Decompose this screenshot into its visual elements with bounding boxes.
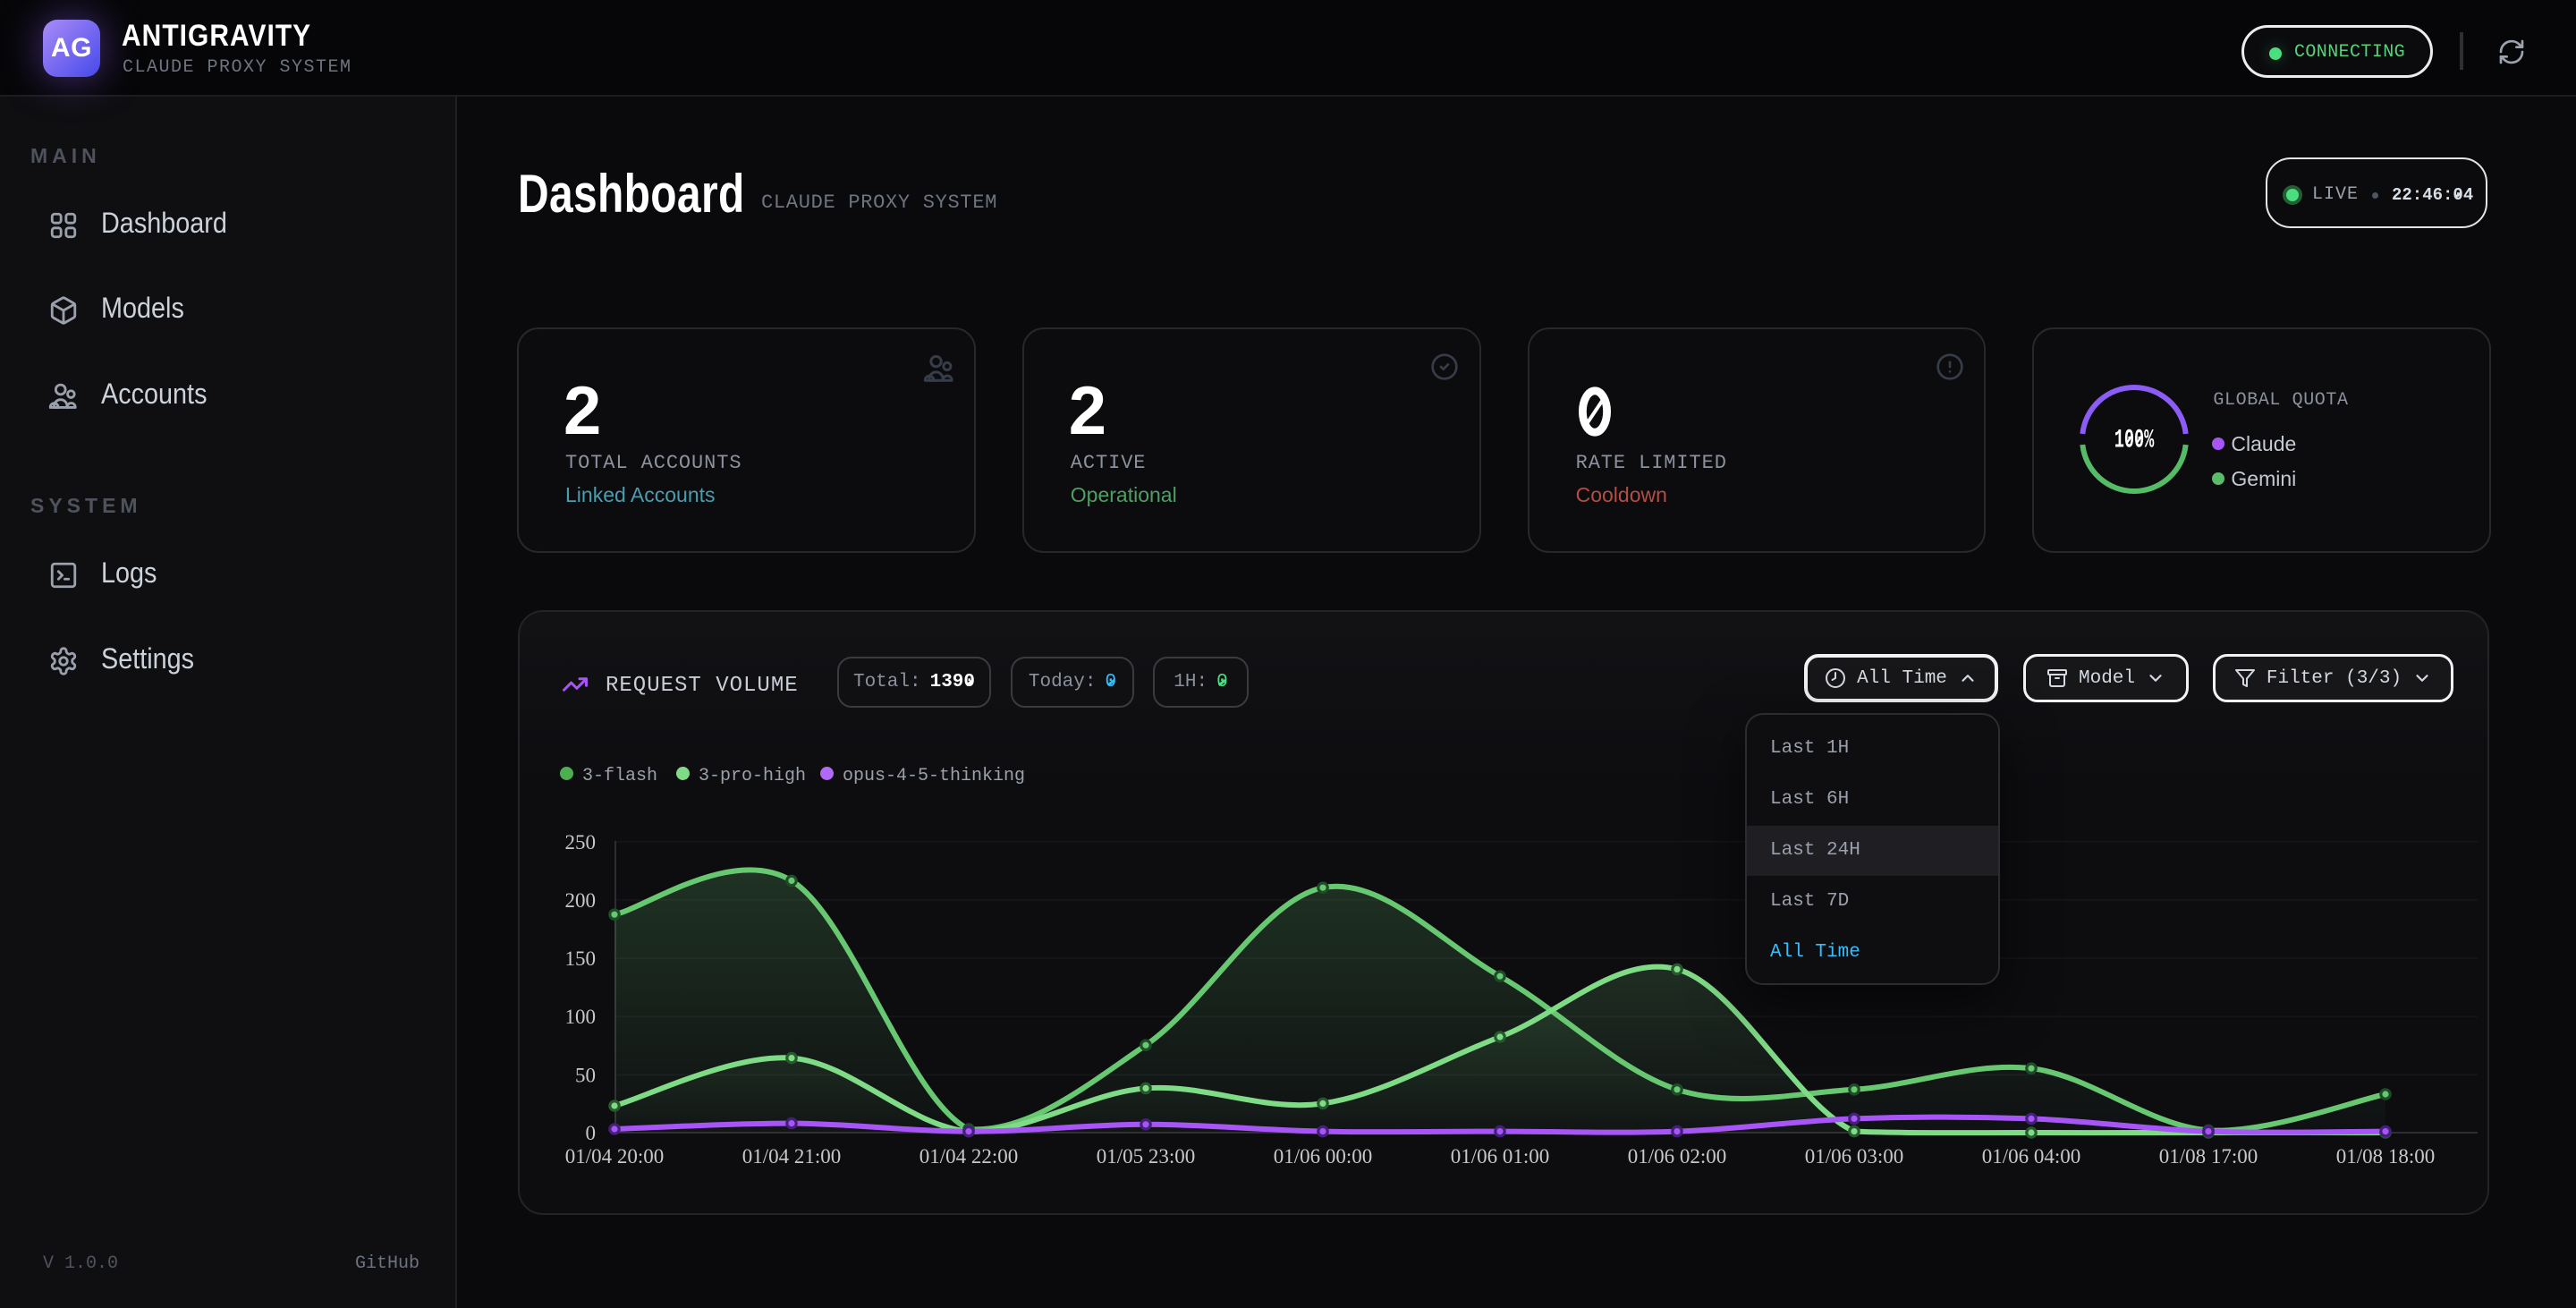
svg-text:100: 100 (565, 1006, 597, 1028)
svg-text:01/06 04:00: 01/06 04:00 (1982, 1145, 2081, 1168)
svg-text:50: 50 (575, 1064, 596, 1086)
svg-text:150: 150 (565, 947, 597, 970)
svg-text:01/06 00:00: 01/06 00:00 (1274, 1145, 1373, 1168)
svg-text:01/06 02:00: 01/06 02:00 (1628, 1145, 1727, 1168)
svg-text:01/06 01:00: 01/06 01:00 (1451, 1145, 1550, 1168)
svg-text:01/04 22:00: 01/04 22:00 (919, 1145, 1019, 1168)
svg-text:200: 200 (565, 889, 597, 912)
svg-text:01/08 17:00: 01/08 17:00 (2159, 1145, 2258, 1168)
svg-text:0: 0 (586, 1122, 597, 1144)
svg-text:01/06 03:00: 01/06 03:00 (1805, 1145, 1904, 1168)
svg-text:01/08 18:00: 01/08 18:00 (2336, 1145, 2436, 1168)
svg-text:01/04 21:00: 01/04 21:00 (742, 1145, 842, 1168)
svg-text:100%: 100% (2114, 425, 2155, 455)
svg-text:01/05 23:00: 01/05 23:00 (1097, 1145, 1196, 1168)
svg-text:250: 250 (565, 831, 597, 854)
svg-text:01/04 20:00: 01/04 20:00 (565, 1145, 665, 1168)
